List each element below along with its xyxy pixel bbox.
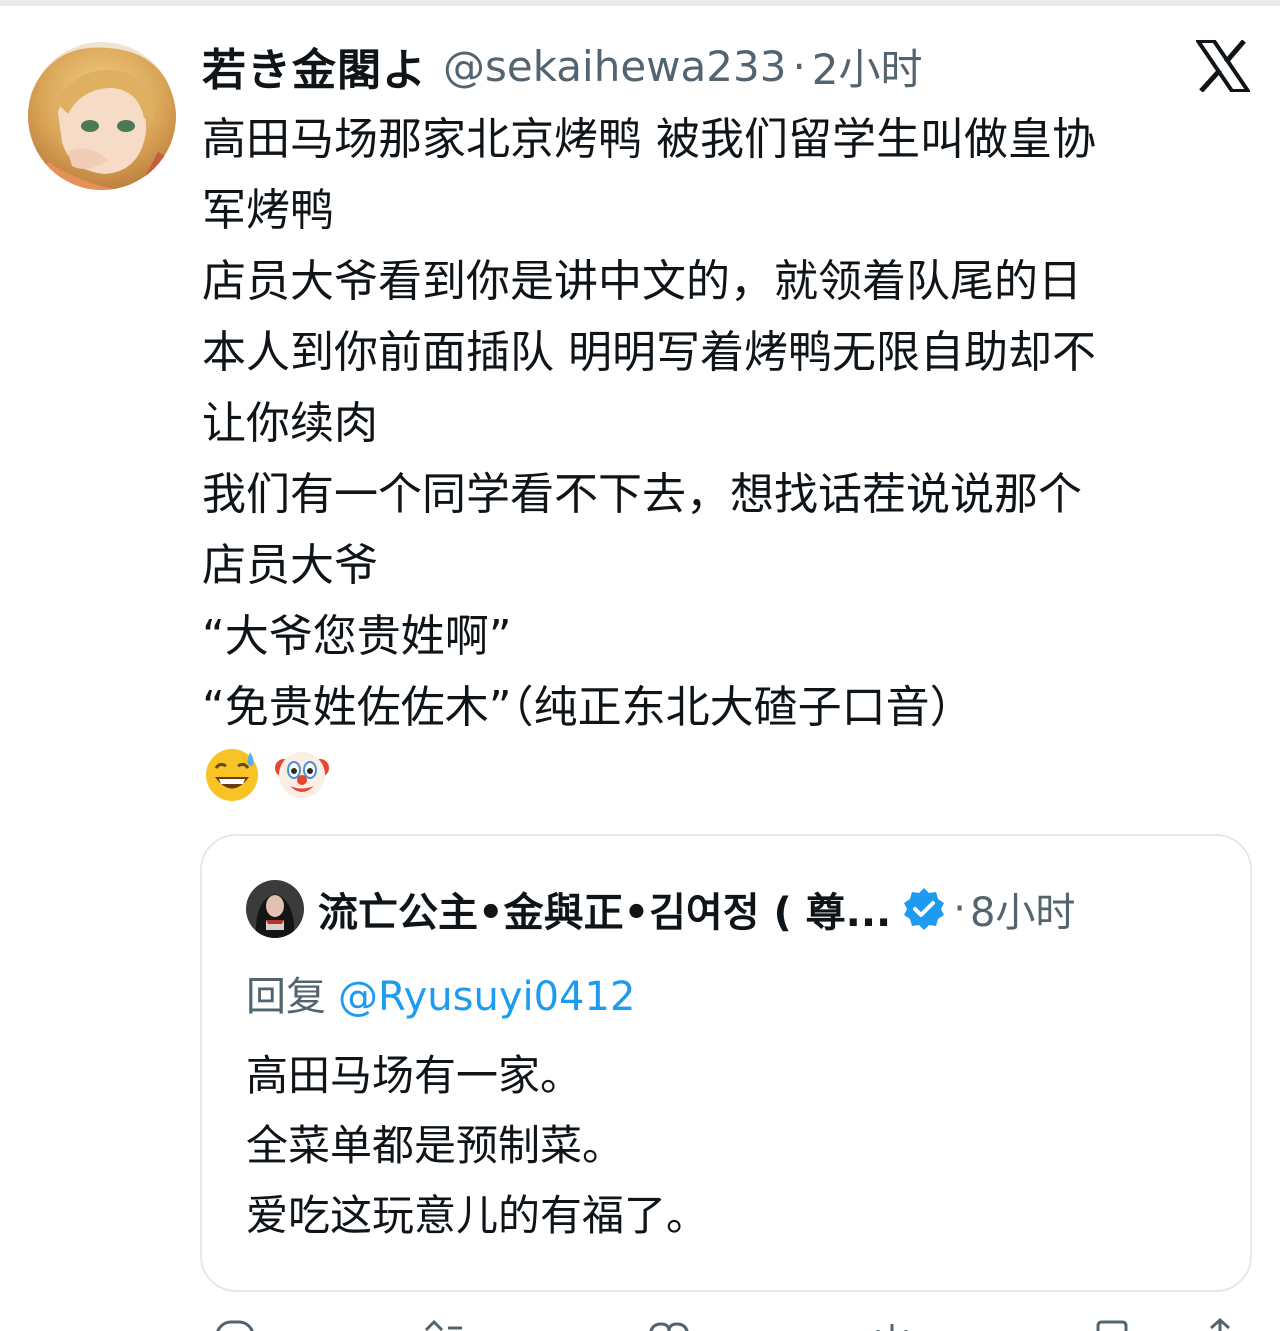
- separator-dot: ·: [953, 886, 966, 932]
- tweet-timestamp[interactable]: 2小时: [812, 36, 923, 97]
- quoted-tweet-timestamp[interactable]: 8小时: [970, 880, 1075, 938]
- top-divider: [0, 0, 1280, 6]
- tweet-line: 军烤鸭: [202, 185, 334, 236]
- clown-face-emoji: [275, 752, 329, 798]
- tweet-line: 店员大爷: [202, 540, 378, 591]
- quoted-tweet-line: 高田马场有一家。: [246, 1051, 583, 1100]
- quoted-author-avatar[interactable]: [246, 880, 304, 938]
- tweet-header: 若き金閣よ @sekaihewa233 · 2小时: [202, 34, 923, 98]
- retweet-icon[interactable]: [420, 1316, 470, 1331]
- like-icon[interactable]: [644, 1316, 694, 1331]
- reply-context: 回复 @Ryusuyi0412: [246, 964, 635, 1022]
- tweet-line: 店员大爷看到你是讲中文的，就领着队尾的日: [202, 256, 1082, 307]
- separator-dot: ·: [792, 41, 806, 91]
- quoted-tweet-card[interactable]: 流亡公主•金與正•김여정 ( 尊... · 8小时 回复 @Ryusuyi0412…: [200, 834, 1252, 1292]
- author-display-name[interactable]: 若き金閣よ: [202, 34, 427, 98]
- grinning-sweat-emoji: [206, 749, 258, 801]
- tweet-action-bar: [0, 1316, 1280, 1331]
- author-avatar[interactable]: [28, 42, 176, 190]
- verified-badge-icon: [904, 888, 945, 930]
- tweet-line: 我们有一个同学看不下去，想找话茬说说那个: [202, 469, 1082, 520]
- bookmark-icon[interactable]: [1092, 1316, 1132, 1331]
- tweet-line: 本人到你前面插队 明明写着烤鸭无限自助却不: [202, 327, 1096, 378]
- quoted-tweet-line: 全菜单都是预制菜。: [246, 1121, 625, 1170]
- tweet-body: 高田马场那家北京烤鸭 被我们留学生叫做皇协 军烤鸭 店员大爷看到你是讲中文的，就…: [202, 104, 1252, 743]
- tweet-line: 让你续肉: [202, 398, 378, 449]
- author-handle[interactable]: @sekaihewa233: [443, 42, 786, 91]
- quoted-tweet-body: 高田马场有一家。 全菜单都是预制菜。 爱吃这玩意儿的有福了。: [246, 1041, 708, 1251]
- reply-icon[interactable]: [214, 1316, 258, 1331]
- tweet-line: 高田马场那家北京烤鸭 被我们留学生叫做皇协: [202, 114, 1096, 165]
- quoted-tweet-line: 爱吃这玩意儿的有福了。: [246, 1191, 709, 1240]
- views-icon[interactable]: [862, 1316, 922, 1331]
- tweet-line: “大爷您贵姓啊”: [202, 611, 512, 662]
- share-icon[interactable]: [1200, 1316, 1240, 1331]
- reply-prefix: 回复: [246, 974, 326, 1020]
- reply-mention-link[interactable]: @Ryusuyi0412: [338, 974, 635, 1020]
- emoji-row: [202, 744, 332, 804]
- tweet-line: “免贵姓佐佐木”（纯正东北大碴子口音）: [202, 682, 974, 733]
- x-logo-icon: [1194, 39, 1252, 93]
- quoted-tweet-header: 流亡公主•金與正•김여정 ( 尊... · 8小时: [318, 876, 1075, 942]
- quoted-author-display-name[interactable]: 流亡公主•金與正•김여정 ( 尊...: [318, 880, 891, 938]
